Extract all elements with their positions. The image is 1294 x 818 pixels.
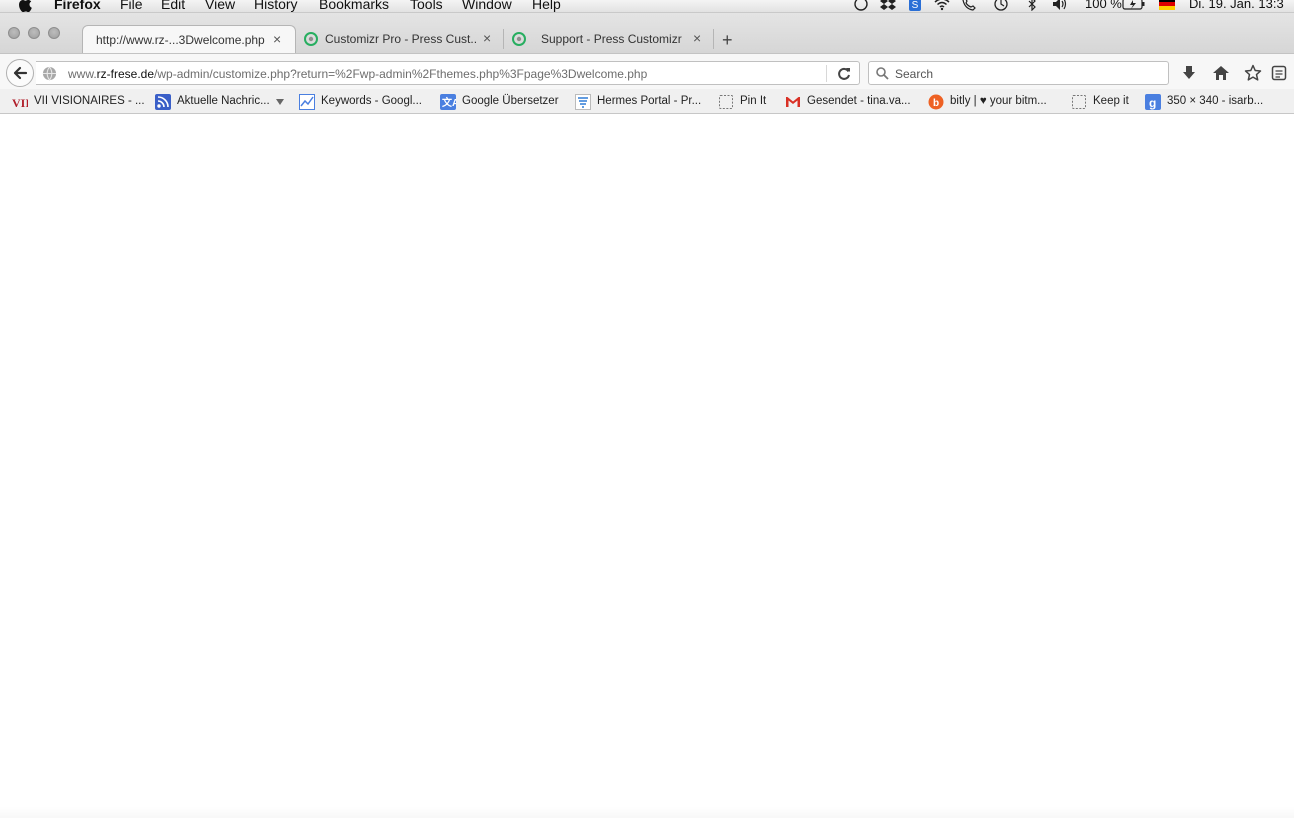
- dropbox-icon[interactable]: [880, 0, 896, 11]
- window-close-button[interactable]: [8, 27, 20, 39]
- apple-logo-icon[interactable]: [18, 0, 32, 12]
- time-machine-icon[interactable]: [993, 0, 1009, 11]
- bookmark-label: Hermes Portal - Pr...: [597, 95, 702, 107]
- bookmark-label: Pin It: [740, 95, 767, 107]
- customizr-favicon-icon: [512, 32, 526, 46]
- svg-text:g: g: [1149, 96, 1156, 110]
- svg-text:文A: 文A: [442, 96, 456, 109]
- url-path: /wp-admin/customize.php?return=%2Fwp-adm…: [154, 67, 648, 81]
- blank-page-icon: [719, 95, 733, 109]
- customizr-favicon-icon: [304, 32, 318, 46]
- url-prefix: www.: [68, 67, 97, 81]
- phone-icon[interactable]: [961, 0, 977, 11]
- chart-favicon-icon: [299, 94, 315, 110]
- chevron-down-icon[interactable]: [276, 99, 284, 105]
- menu-app-firefox[interactable]: Firefox: [54, 0, 101, 12]
- reload-icon[interactable]: [836, 66, 852, 82]
- bookmarks-toolbar: VII VII VISIONAIRES - ... Aktuelle Nachr…: [0, 89, 1294, 114]
- back-button[interactable]: [6, 59, 34, 87]
- svg-text:S: S: [912, 0, 919, 11]
- search-icon: [876, 67, 889, 80]
- new-tab-button[interactable]: +: [722, 30, 733, 51]
- tab-strip: http://www.rz-...3Dwelcome.php × Customi…: [0, 13, 1294, 53]
- url-bar[interactable]: www.rz-frese.de/wp-admin/customize.php?r…: [36, 61, 860, 85]
- bluetooth-icon[interactable]: [1024, 0, 1040, 11]
- downloads-icon[interactable]: [1180, 64, 1198, 82]
- tab-title: Support - Press Customizr: [541, 32, 682, 46]
- battery-charging-icon[interactable]: [1122, 0, 1146, 11]
- navigation-toolbar: www.rz-frese.de/wp-admin/customize.php?r…: [0, 53, 1294, 90]
- shield-app-icon[interactable]: S: [907, 0, 923, 11]
- bookmark-star-icon[interactable]: [1244, 64, 1262, 82]
- tab-close-button[interactable]: ×: [483, 30, 491, 46]
- svg-text:VII: VII: [12, 96, 28, 110]
- rss-feed-icon: [155, 94, 171, 110]
- vii-favicon-icon: VII: [12, 96, 28, 110]
- back-arrow-icon: [13, 66, 28, 80]
- battery-percentage: 100 %: [1085, 0, 1122, 11]
- bitly-favicon-icon: b: [928, 94, 944, 110]
- urlbar-divider: [826, 65, 827, 82]
- tab-title: http://www.rz-...3Dwelcome.php: [96, 33, 265, 47]
- search-bar[interactable]: Search: [868, 61, 1169, 85]
- home-icon[interactable]: [1212, 64, 1230, 82]
- bookmark-label: Keep it: [1093, 95, 1129, 107]
- reading-list-icon[interactable]: [1271, 64, 1287, 82]
- bookmark-label: Keywords - Googl...: [321, 95, 422, 107]
- gmail-favicon-icon: [786, 97, 800, 107]
- url-domain: rz-frese.de: [96, 67, 155, 81]
- wifi-icon[interactable]: [934, 0, 950, 11]
- macos-menu-bar: Firefox File Edit View History Bookmarks…: [0, 0, 1294, 13]
- tab-close-button[interactable]: ×: [273, 31, 281, 47]
- bookmark-label: bitly | ♥ your bitm...: [950, 95, 1047, 107]
- cloud-sync-icon[interactable]: [853, 0, 869, 11]
- menu-window[interactable]: Window: [462, 0, 512, 12]
- bookmark-label: Google Übersetzer: [462, 95, 559, 107]
- menu-history[interactable]: History: [254, 0, 298, 12]
- content-bottom-shade: [0, 806, 1294, 818]
- tab-title: Customizr Pro - Press Cust...: [325, 32, 477, 46]
- bookmark-label: Aktuelle Nachric...: [177, 95, 270, 107]
- german-flag-input-icon[interactable]: [1159, 0, 1175, 11]
- translate-favicon-icon: 文A: [440, 94, 456, 110]
- window-zoom-button[interactable]: [48, 27, 60, 39]
- page-content-area[interactable]: [0, 114, 1294, 818]
- globe-site-identity-icon[interactable]: [42, 66, 57, 81]
- search-input[interactable]: Search: [895, 67, 933, 81]
- volume-icon[interactable]: [1052, 0, 1068, 11]
- tab-rz-frese-customize[interactable]: http://www.rz-...3Dwelcome.php ×: [82, 25, 296, 53]
- bookmark-label: Gesendet - tina.va...: [807, 95, 911, 107]
- menu-view[interactable]: View: [205, 0, 235, 12]
- menu-edit[interactable]: Edit: [161, 0, 185, 12]
- menu-tools[interactable]: Tools: [410, 0, 443, 12]
- svg-text:b: b: [933, 98, 939, 109]
- google-image-favicon-icon: g: [1145, 94, 1161, 110]
- menu-file[interactable]: File: [120, 0, 143, 12]
- menubar-clock[interactable]: Di. 19. Jan. 13:3: [1189, 0, 1284, 11]
- menu-help[interactable]: Help: [532, 0, 561, 12]
- bookmark-label: 350 × 340 - isarb...: [1167, 95, 1264, 107]
- tab-support-press-customizr[interactable]: Support - Press Customizr ×: [504, 25, 714, 53]
- menu-bookmarks[interactable]: Bookmarks: [319, 0, 389, 12]
- tab-separator: [713, 29, 714, 49]
- tab-close-button[interactable]: ×: [693, 30, 701, 46]
- blank-page-icon: [1072, 95, 1086, 109]
- bookmark-label: VII VISIONAIRES - ...: [34, 95, 145, 107]
- hermes-favicon-icon: [575, 94, 591, 110]
- window-minimize-button[interactable]: [28, 27, 40, 39]
- url-text[interactable]: www.rz-frese.de/wp-admin/customize.php?r…: [68, 67, 647, 81]
- tab-customizr-pro[interactable]: Customizr Pro - Press Cust... ×: [296, 25, 504, 53]
